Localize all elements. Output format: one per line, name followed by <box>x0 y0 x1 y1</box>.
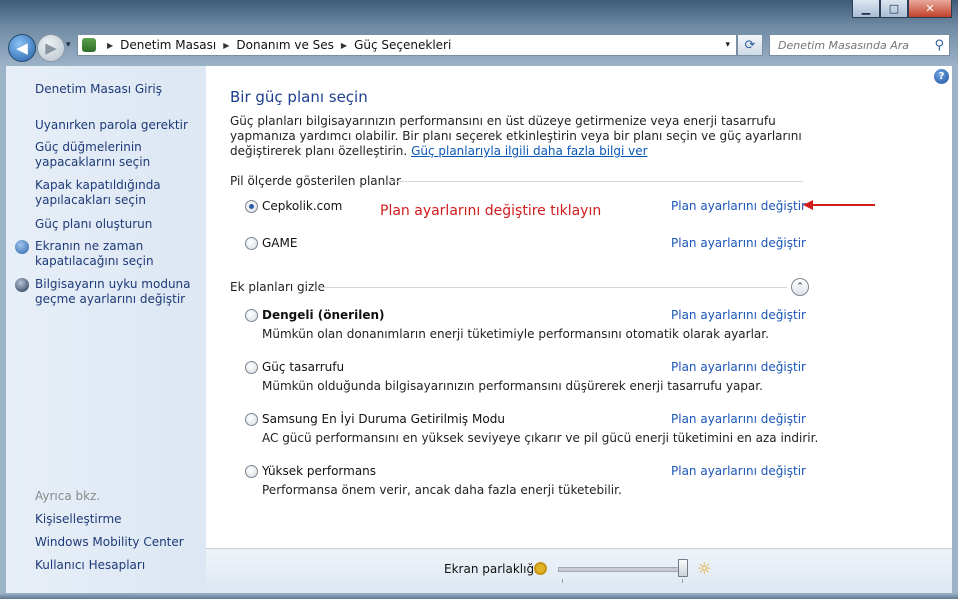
sidebar-link-sleep-settings[interactable]: Bilgisayarın uyku moduna geçme ayarların… <box>35 277 200 307</box>
breadcrumb-hardware-sound[interactable]: Donanım ve Ses <box>236 38 334 52</box>
sidebar-link-lid-close[interactable]: Kapak kapatıldığında yapılacakları seçin <box>35 178 200 208</box>
red-arrow-icon <box>803 200 875 210</box>
window-frame-right <box>952 66 958 593</box>
sidebar-link-mobility-center[interactable]: Windows Mobility Center <box>35 535 200 550</box>
recent-pages-dropdown-icon[interactable]: ▾ <box>66 40 71 50</box>
breadcrumb-power-options[interactable]: Güç Seçenekleri <box>354 38 451 52</box>
breadcrumb-control-panel[interactable]: Denetim Masası <box>120 38 216 52</box>
search-input[interactable] <box>776 37 930 53</box>
sidebar-link-control-panel-home[interactable]: Denetim Masası Giriş <box>35 82 200 97</box>
plan-desc-power-saver: Mümkün olduğunda bilgisayarınızın perfor… <box>262 379 763 393</box>
plan-name-high-performance[interactable]: Yüksek performans <box>262 464 376 478</box>
sleep-moon-icon <box>15 278 29 292</box>
sidebar-link-user-accounts[interactable]: Kullanıcı Hesapları <box>35 558 200 573</box>
plan-radio-power-saver[interactable] <box>245 361 258 374</box>
plan-radio-game[interactable] <box>245 237 258 250</box>
back-button[interactable]: ◀ <box>8 34 36 62</box>
plan-radio-high-performance[interactable] <box>245 465 258 478</box>
plan-desc-samsung: AC gücü performansını en yüksek seviyeye… <box>262 431 819 445</box>
plan-name-game[interactable]: GAME <box>262 236 297 250</box>
forward-button[interactable]: ▶ <box>37 34 65 62</box>
window-frame-bottom <box>0 593 958 599</box>
see-also-heading: Ayrıca bkz. <box>35 489 101 503</box>
plan-radio-cepkolik[interactable] <box>245 200 258 213</box>
window-controls: ▁ □ ✕ <box>852 0 952 18</box>
control-panel-icon <box>82 38 96 52</box>
search-icon[interactable]: ⚲ <box>934 38 944 53</box>
display-clock-icon <box>15 240 29 254</box>
brightness-slider[interactable] <box>558 567 688 572</box>
brightness-slider-thumb[interactable] <box>678 559 688 577</box>
close-button[interactable]: ✕ <box>908 0 952 18</box>
hidden-plans-heading[interactable]: Ek planları gizle <box>230 280 325 294</box>
plan-radio-balanced[interactable] <box>245 309 258 322</box>
learn-more-link[interactable]: Güç planlarıyla ilgili daha fazla bilgi … <box>411 144 647 158</box>
plan-name-power-saver[interactable]: Güç tasarrufu <box>262 360 344 374</box>
sidebar-link-display-off[interactable]: Ekranın ne zaman kapatılacağını seçin <box>35 239 200 269</box>
group-divider <box>387 181 803 182</box>
main-content: ? Bir güç planı seçin Güç planları bilgi… <box>206 66 952 548</box>
dim-sun-icon <box>534 562 547 575</box>
page-title: Bir güç planı seçin <box>230 88 368 106</box>
sidebar-link-require-password[interactable]: Uyanırken parola gerektir <box>35 118 200 133</box>
plan-name-samsung[interactable]: Samsung En İyi Duruma Getirilmiş Modu <box>262 412 505 426</box>
change-plan-link-game[interactable]: Plan ayarlarını değiştir <box>671 236 806 250</box>
annotation-text: Plan ayarlarını değiştire tıklayın <box>380 203 602 219</box>
change-plan-link-high-performance[interactable]: Plan ayarlarını değiştir <box>671 464 806 478</box>
group-divider <box>319 287 787 288</box>
help-icon[interactable]: ? <box>934 69 949 84</box>
breadcrumb-separator-icon[interactable]: ▶ <box>107 41 113 50</box>
window-title-bar: ▁ □ ✕ ◀ ▶ ▾ ▶ Denetim Masası ▶ Donanım v… <box>0 0 958 66</box>
sidebar-link-create-plan[interactable]: Güç planı oluşturun <box>35 217 200 232</box>
collapse-chevron-up-icon[interactable]: ⌃ <box>791 278 809 296</box>
refresh-button[interactable]: ⟳ <box>737 34 763 56</box>
address-bar[interactable]: ▶ Denetim Masası ▶ Donanım ve Ses ▶ Güç … <box>77 34 737 56</box>
minimize-button[interactable]: ▁ <box>852 0 880 18</box>
change-plan-link-power-saver[interactable]: Plan ayarlarını değiştir <box>671 360 806 374</box>
brightness-bar: Ekran parlaklığı: ☼ <box>206 548 952 594</box>
intro-text-block: Güç planları bilgisayarınızın performans… <box>230 114 805 159</box>
breadcrumb-separator-icon[interactable]: ▶ <box>223 41 229 50</box>
slider-tick <box>682 579 683 583</box>
breadcrumb-separator-icon[interactable]: ▶ <box>341 41 347 50</box>
plan-desc-balanced: Mümkün olan donanımların enerji tüketimi… <box>262 327 769 341</box>
plan-name-balanced[interactable]: Dengeli (önerilen) <box>262 308 385 322</box>
battery-plans-heading: Pil ölçerde gösterilen planlar <box>230 174 401 188</box>
bright-sun-icon: ☼ <box>697 559 712 578</box>
sidebar-link-personalization[interactable]: Kişiselleştirme <box>35 512 200 527</box>
change-plan-link-balanced[interactable]: Plan ayarlarını değiştir <box>671 308 806 322</box>
change-plan-link-samsung[interactable]: Plan ayarlarını değiştir <box>671 412 806 426</box>
slider-tick <box>562 579 563 583</box>
sidebar: Denetim Masası Giriş Uyanırken parola ge… <box>6 66 206 593</box>
search-box[interactable]: ⚲ <box>769 34 950 56</box>
plan-name-cepkolik[interactable]: Cepkolik.com <box>262 199 342 213</box>
plan-desc-high-performance: Performansa önem verir, ancak daha fazla… <box>262 483 622 497</box>
plan-radio-samsung[interactable] <box>245 413 258 426</box>
maximize-button[interactable]: □ <box>880 0 908 18</box>
address-dropdown-icon[interactable]: ▾ <box>725 40 730 50</box>
brightness-label: Ekran parlaklığı: <box>444 562 542 576</box>
sidebar-link-power-buttons[interactable]: Güç düğmelerinin yapacaklarını seçin <box>35 140 200 170</box>
change-plan-link-cepkolik[interactable]: Plan ayarlarını değiştir <box>671 199 806 213</box>
